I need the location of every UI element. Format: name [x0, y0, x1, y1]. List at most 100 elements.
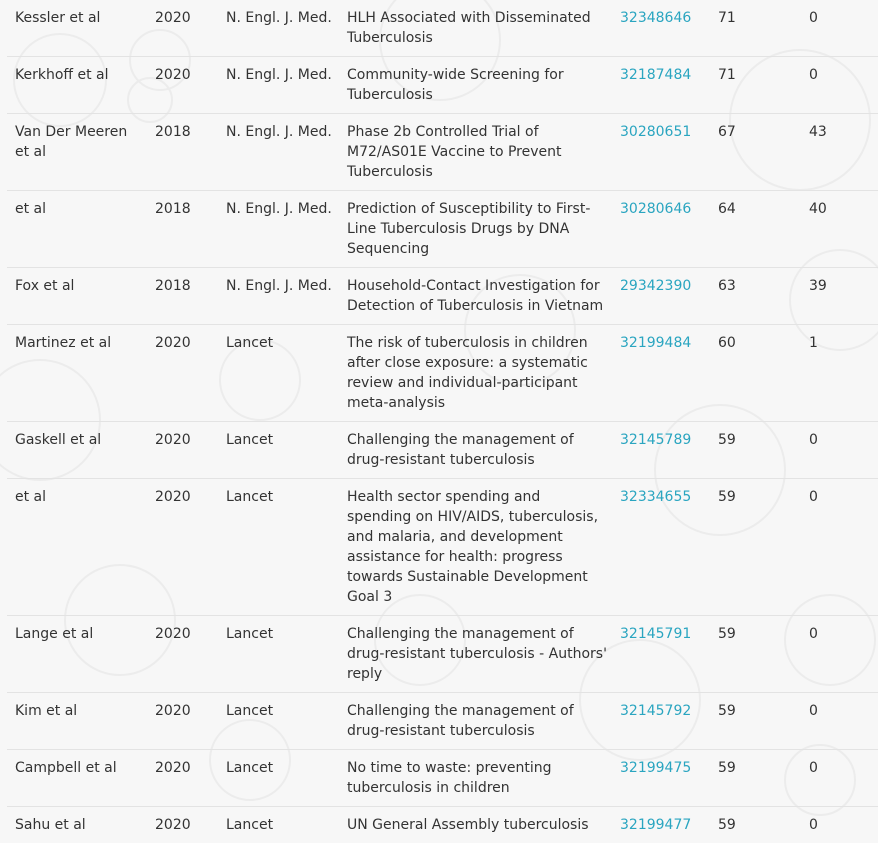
cites-cell: 59 — [710, 750, 801, 807]
author-cell: Lange et al — [7, 616, 147, 693]
pmid-link[interactable]: 32334655 — [620, 489, 691, 505]
year-cell: 2020 — [147, 616, 218, 693]
title-cell: Community-wide Screening for Tuberculosi… — [339, 57, 612, 114]
cites-cell: 71 — [710, 0, 801, 57]
title-cell: UN General Assembly tuberculosis — [339, 807, 612, 843]
title-cell: Phase 2b Controlled Trial of M72/AS01E V… — [339, 114, 612, 191]
other-count-cell: 0 — [801, 422, 878, 479]
year-cell: 2018 — [147, 268, 218, 325]
other-count-cell: 0 — [801, 616, 878, 693]
table-row: Lange et al 2020 Lancet Challenging the … — [7, 616, 878, 693]
cites-cell: 59 — [710, 479, 801, 616]
cites-cell: 64 — [710, 191, 801, 268]
journal-cell: Lancet — [218, 479, 339, 616]
pmid-link[interactable]: 32199477 — [620, 817, 691, 833]
other-count-cell: 0 — [801, 750, 878, 807]
journal-cell: N. Engl. J. Med. — [218, 114, 339, 191]
pmid-link[interactable]: 32145789 — [620, 432, 691, 448]
cites-cell: 71 — [710, 57, 801, 114]
year-cell: 2018 — [147, 114, 218, 191]
author-cell: Martinez et al — [7, 325, 147, 422]
title-cell: Health sector spending and spending on H… — [339, 479, 612, 616]
cites-cell: 59 — [710, 807, 801, 843]
cites-cell: 63 — [710, 268, 801, 325]
author-cell: Campbell et al — [7, 750, 147, 807]
title-cell: No time to waste: preventing tuberculosi… — [339, 750, 612, 807]
title-cell: Household-Contact Investigation for Dete… — [339, 268, 612, 325]
pmid-link[interactable]: 32145791 — [620, 626, 691, 642]
other-count-cell: 1 — [801, 325, 878, 422]
other-count-cell: 0 — [801, 0, 878, 57]
cites-cell: 59 — [710, 616, 801, 693]
pmid-cell: 32145791 — [612, 616, 710, 693]
pmid-cell: 32199484 — [612, 325, 710, 422]
author-cell: et al — [7, 191, 147, 268]
journal-cell: N. Engl. J. Med. — [218, 268, 339, 325]
other-count-cell: 43 — [801, 114, 878, 191]
other-count-cell: 0 — [801, 479, 878, 616]
table-row: Martinez et al 2020 Lancet The risk of t… — [7, 325, 878, 422]
table-row: Sahu et al 2020 Lancet UN General Assemb… — [7, 807, 878, 843]
journal-cell: Lancet — [218, 750, 339, 807]
cites-cell: 60 — [710, 325, 801, 422]
journal-cell: Lancet — [218, 693, 339, 750]
journal-cell: Lancet — [218, 325, 339, 422]
pmid-cell: 32199475 — [612, 750, 710, 807]
year-cell: 2020 — [147, 422, 218, 479]
author-cell: et al — [7, 479, 147, 616]
table-row: et al 2018 N. Engl. J. Med. Prediction o… — [7, 191, 878, 268]
pmid-cell: 29342390 — [612, 268, 710, 325]
title-cell: Challenging the management of drug-resis… — [339, 422, 612, 479]
table-row: Campbell et al 2020 Lancet No time to wa… — [7, 750, 878, 807]
journal-cell: N. Engl. J. Med. — [218, 191, 339, 268]
pmid-link[interactable]: 29342390 — [620, 278, 691, 294]
table-row: Gaskell et al 2020 Lancet Challenging th… — [7, 422, 878, 479]
table-row: Kessler et al 2020 N. Engl. J. Med. HLH … — [7, 0, 878, 57]
author-cell: Sahu et al — [7, 807, 147, 843]
pmid-link[interactable]: 32187484 — [620, 67, 691, 83]
table-row: Kim et al 2020 Lancet Challenging the ma… — [7, 693, 878, 750]
author-cell: Van Der Meeren et al — [7, 114, 147, 191]
title-cell: Challenging the management of drug-resis… — [339, 693, 612, 750]
title-cell: HLH Associated with Disseminated Tubercu… — [339, 0, 612, 57]
pmid-cell: 32199477 — [612, 807, 710, 843]
year-cell: 2020 — [147, 693, 218, 750]
year-cell: 2020 — [147, 479, 218, 616]
table-body: Kessler et al 2020 N. Engl. J. Med. HLH … — [7, 0, 878, 843]
year-cell: 2020 — [147, 325, 218, 422]
pmid-link[interactable]: 32348646 — [620, 10, 691, 26]
author-cell: Kessler et al — [7, 0, 147, 57]
other-count-cell: 39 — [801, 268, 878, 325]
author-cell: Fox et al — [7, 268, 147, 325]
title-cell: Challenging the management of drug-resis… — [339, 616, 612, 693]
pmid-cell: 32145792 — [612, 693, 710, 750]
other-count-cell: 0 — [801, 693, 878, 750]
other-count-cell: 0 — [801, 807, 878, 843]
results-table: Kessler et al 2020 N. Engl. J. Med. HLH … — [7, 0, 878, 843]
pmid-cell: 32187484 — [612, 57, 710, 114]
table-row: Fox et al 2018 N. Engl. J. Med. Househol… — [7, 268, 878, 325]
cites-cell: 59 — [710, 422, 801, 479]
pmid-cell: 30280651 — [612, 114, 710, 191]
pmid-cell: 30280646 — [612, 191, 710, 268]
pmid-cell: 32348646 — [612, 0, 710, 57]
author-cell: Kerkhoff et al — [7, 57, 147, 114]
pmid-link[interactable]: 32199484 — [620, 335, 691, 351]
pmid-cell: 32145789 — [612, 422, 710, 479]
other-count-cell: 0 — [801, 57, 878, 114]
journal-cell: Lancet — [218, 422, 339, 479]
journal-cell: Lancet — [218, 616, 339, 693]
pmid-cell: 32334655 — [612, 479, 710, 616]
journal-cell: N. Engl. J. Med. — [218, 0, 339, 57]
year-cell: 2020 — [147, 807, 218, 843]
journal-cell: Lancet — [218, 807, 339, 843]
journal-cell: N. Engl. J. Med. — [218, 57, 339, 114]
pmid-link[interactable]: 30280651 — [620, 124, 691, 140]
pmid-link[interactable]: 30280646 — [620, 201, 691, 217]
year-cell: 2020 — [147, 57, 218, 114]
year-cell: 2020 — [147, 0, 218, 57]
pmid-link[interactable]: 32145792 — [620, 703, 691, 719]
title-cell: The risk of tuberculosis in children aft… — [339, 325, 612, 422]
pmid-link[interactable]: 32199475 — [620, 760, 691, 776]
table-row: et al 2020 Lancet Health sector spending… — [7, 479, 878, 616]
